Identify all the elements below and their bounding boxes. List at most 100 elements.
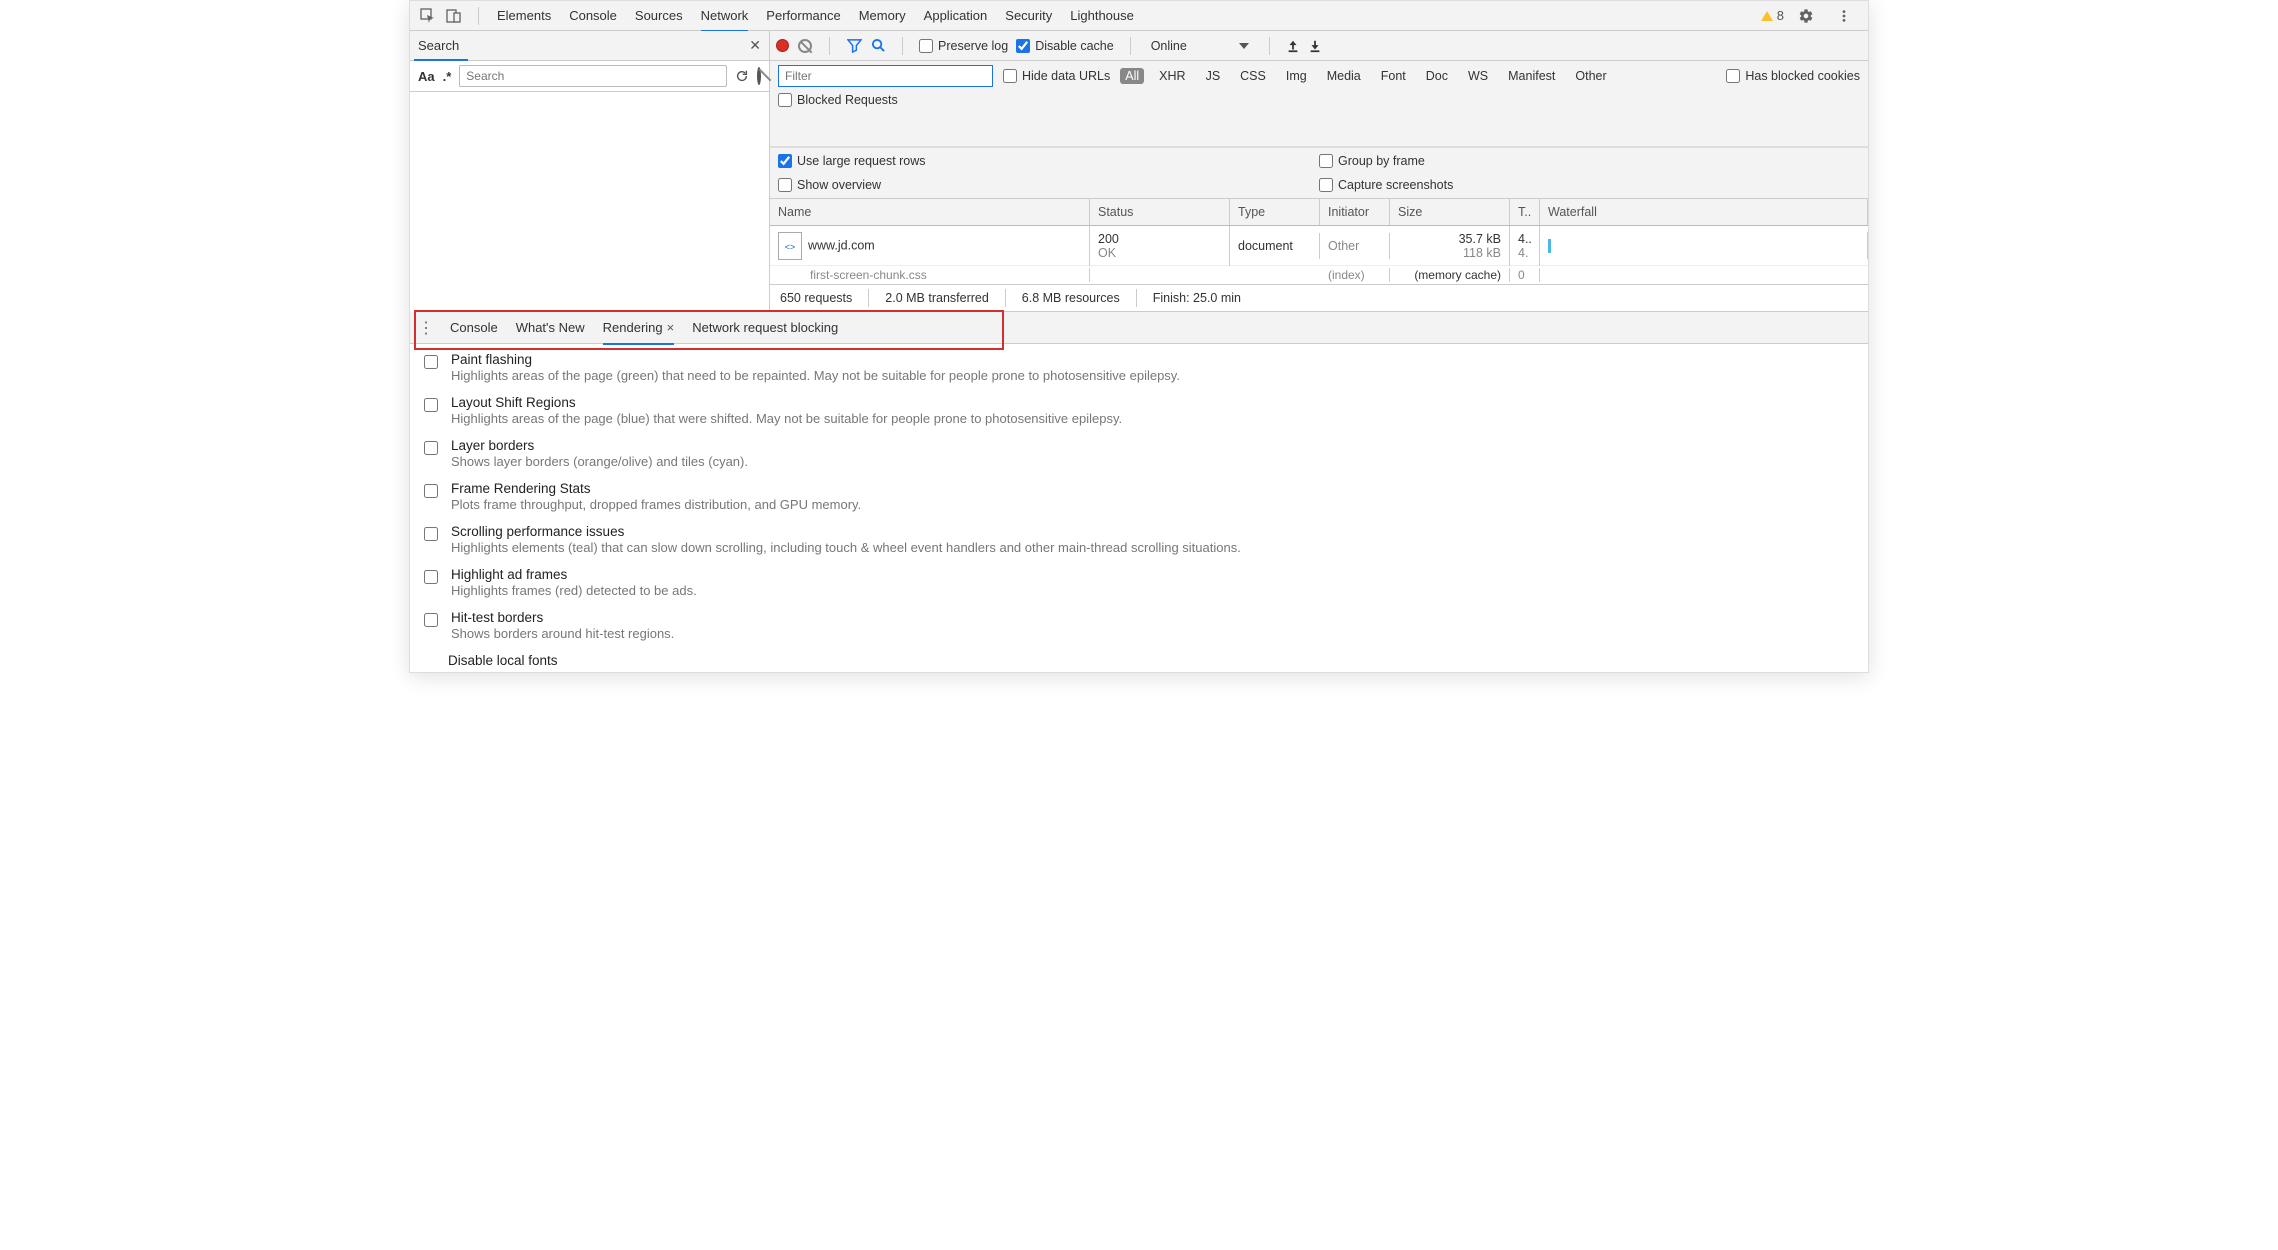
- clear-search-icon[interactable]: [757, 69, 761, 83]
- filter-type-font[interactable]: Font: [1376, 68, 1411, 84]
- capture-screenshots-checkbox[interactable]: [1319, 178, 1333, 192]
- rendering-option[interactable]: Layer bordersShows layer borders (orange…: [424, 438, 1858, 469]
- rendering-checkbox[interactable]: [424, 355, 438, 369]
- close-drawer-tab-icon[interactable]: ×: [667, 320, 675, 335]
- filter-type-doc[interactable]: Doc: [1421, 68, 1453, 84]
- col-initiator[interactable]: Initiator: [1320, 199, 1390, 225]
- blocked-requests-checkbox[interactable]: [778, 93, 792, 107]
- col-name[interactable]: Name: [770, 199, 1090, 225]
- device-toolbar-icon[interactable]: [444, 6, 464, 26]
- col-type[interactable]: Type: [1230, 199, 1320, 225]
- inspect-element-icon[interactable]: [418, 6, 438, 26]
- rendering-option[interactable]: Layout Shift RegionsHighlights areas of …: [424, 395, 1858, 426]
- table-row[interactable]: <>www.jd.com 200 OK document Other 35.7 …: [770, 226, 1868, 266]
- drawer-tab-rendering[interactable]: Rendering×: [603, 312, 675, 344]
- table-row-partial[interactable]: first-screen-chunk.css (index) (memory c…: [770, 266, 1868, 284]
- tab-sources[interactable]: Sources: [635, 1, 683, 31]
- preserve-log-checkbox[interactable]: [919, 39, 933, 53]
- rendering-checkbox[interactable]: [424, 398, 438, 412]
- search-network-icon[interactable]: [870, 38, 886, 54]
- throttling-select[interactable]: Online: [1147, 37, 1253, 55]
- tab-elements[interactable]: Elements: [497, 1, 551, 31]
- drawer-tab-console[interactable]: Console: [450, 312, 498, 344]
- show-overview-label: Show overview: [797, 178, 881, 192]
- drawer-tab-network-request-blocking[interactable]: Network request blocking: [692, 312, 838, 344]
- drawer-tab-what-s-new[interactable]: What's New: [516, 312, 585, 344]
- tab-console[interactable]: Console: [569, 1, 617, 31]
- hide-data-urls-checkbox[interactable]: [1003, 69, 1017, 83]
- rendering-option[interactable]: Highlight ad framesHighlights frames (re…: [424, 567, 1858, 598]
- filter-type-xhr[interactable]: XHR: [1154, 68, 1190, 84]
- rendering-checkbox[interactable]: [424, 484, 438, 498]
- network-toolbar: Preserve log Disable cache Online: [770, 31, 1868, 60]
- group-by-frame-checkbox[interactable]: [1319, 154, 1333, 168]
- col-waterfall[interactable]: Waterfall: [1540, 199, 1868, 225]
- tab-lighthouse[interactable]: Lighthouse: [1070, 1, 1134, 31]
- regex-icon[interactable]: .*: [443, 69, 452, 84]
- blocked-requests-toggle[interactable]: Blocked Requests: [778, 93, 1830, 107]
- filter-type-all[interactable]: All: [1120, 68, 1144, 84]
- filter-type-other[interactable]: Other: [1570, 68, 1611, 84]
- disable-cache-checkbox[interactable]: [1016, 39, 1030, 53]
- rendering-option[interactable]: Hit-test bordersShows borders around hit…: [424, 610, 1858, 641]
- rendering-desc: Highlights frames (red) detected to be a…: [451, 583, 697, 598]
- filter-type-css[interactable]: CSS: [1235, 68, 1271, 84]
- rendering-checkbox[interactable]: [424, 527, 438, 541]
- filter-type-manifest[interactable]: Manifest: [1503, 68, 1560, 84]
- match-case-icon[interactable]: Aa: [418, 69, 435, 84]
- settings-gear-icon[interactable]: [1796, 6, 1816, 26]
- cell-type: document: [1230, 233, 1320, 259]
- cell-status-code: 200: [1098, 232, 1221, 246]
- col-size[interactable]: Size: [1390, 199, 1510, 225]
- large-rows-label: Use large request rows: [797, 154, 926, 168]
- has-blocked-cookies-toggle[interactable]: Has blocked cookies: [1726, 69, 1860, 83]
- show-overview-toggle[interactable]: Show overview: [778, 178, 1319, 192]
- download-har-icon[interactable]: [1308, 39, 1322, 53]
- group-by-frame-toggle[interactable]: Group by frame: [1319, 154, 1860, 168]
- col-time[interactable]: T..: [1510, 199, 1540, 225]
- tab-performance[interactable]: Performance: [766, 1, 840, 31]
- network-filter-input[interactable]: [778, 65, 993, 87]
- tab-application[interactable]: Application: [924, 1, 988, 31]
- rendering-option[interactable]: Frame Rendering StatsPlots frame through…: [424, 481, 1858, 512]
- cell-status-text: OK: [1098, 246, 1221, 260]
- warning-triangle-icon: [1761, 11, 1773, 21]
- rendering-option[interactable]: Paint flashingHighlights areas of the pa…: [424, 352, 1858, 383]
- rendering-checkbox[interactable]: [424, 441, 438, 455]
- rendering-checkbox[interactable]: [424, 613, 438, 627]
- rendering-desc: Shows borders around hit-test regions.: [451, 626, 674, 641]
- rendering-option[interactable]: Scrolling performance issuesHighlights e…: [424, 524, 1858, 555]
- rendering-option-cutoff: Disable local fonts: [448, 653, 1858, 668]
- drawer-more-icon[interactable]: ⋮: [418, 318, 434, 338]
- tab-memory[interactable]: Memory: [859, 1, 906, 31]
- rendering-checkbox[interactable]: [424, 570, 438, 584]
- filter-toggle-icon[interactable]: [846, 38, 862, 54]
- large-rows-checkbox[interactable]: [778, 154, 792, 168]
- refresh-search-icon[interactable]: [735, 69, 749, 83]
- filter-type-ws[interactable]: WS: [1463, 68, 1493, 84]
- preserve-log-toggle[interactable]: Preserve log: [919, 39, 1008, 53]
- close-search-icon[interactable]: ✕: [749, 37, 761, 54]
- document-file-icon: <>: [778, 232, 802, 260]
- col-status[interactable]: Status: [1090, 199, 1230, 225]
- large-rows-toggle[interactable]: Use large request rows: [778, 154, 1319, 168]
- rendering-desc: Plots frame throughput, dropped frames d…: [451, 497, 861, 512]
- capture-screenshots-toggle[interactable]: Capture screenshots: [1319, 178, 1860, 192]
- clear-network-icon[interactable]: [797, 38, 813, 54]
- hide-data-urls-toggle[interactable]: Hide data URLs: [1003, 69, 1110, 83]
- more-vert-icon[interactable]: [1834, 6, 1854, 26]
- filter-type-media[interactable]: Media: [1322, 68, 1366, 84]
- rendering-title: Layer borders: [451, 438, 748, 453]
- search-input[interactable]: [459, 65, 727, 87]
- rendering-desc: Shows layer borders (orange/olive) and t…: [451, 454, 748, 469]
- filter-type-img[interactable]: Img: [1281, 68, 1312, 84]
- disable-cache-toggle[interactable]: Disable cache: [1016, 39, 1114, 53]
- warnings-indicator[interactable]: 8: [1761, 8, 1784, 23]
- has-blocked-cookies-checkbox[interactable]: [1726, 69, 1740, 83]
- tab-network[interactable]: Network: [701, 1, 749, 31]
- filter-type-js[interactable]: JS: [1201, 68, 1226, 84]
- record-network-button[interactable]: [776, 39, 789, 52]
- upload-har-icon[interactable]: [1286, 39, 1300, 53]
- show-overview-checkbox[interactable]: [778, 178, 792, 192]
- tab-security[interactable]: Security: [1005, 1, 1052, 31]
